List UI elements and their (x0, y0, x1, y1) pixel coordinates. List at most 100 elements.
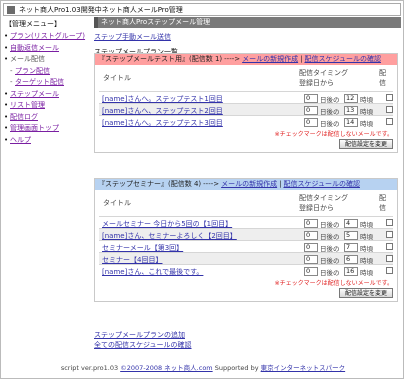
hour-label: 時頃 (360, 269, 373, 277)
app-frame: ネット商人Pro1.03開発中ネット商人メールPro管理 【管理メニュー】 • プ… (0, 0, 404, 379)
skip-checkbox[interactable] (386, 219, 393, 226)
table-row: [name]さん、これで最後です。 0 日後の 16 時頃 (99, 264, 393, 277)
sidebar-item-label[interactable]: リスト管理 (10, 101, 45, 109)
manual-send-link[interactable]: ステップ手動メール送信 (94, 33, 171, 41)
sidebar-item-label[interactable]: ステップメール (10, 90, 59, 98)
sidebar-item: • メール配信 (4, 54, 91, 66)
col-timing: 配信タイミング 登録日から (299, 193, 348, 213)
col-timing-line1: 配信タイミング (299, 194, 348, 202)
sidebar-item-label[interactable]: 自動返信メール (10, 44, 59, 52)
col-title: タイトル (103, 74, 131, 82)
days-input[interactable]: 0 (304, 117, 318, 127)
page-title: ネット商人Proステップメール管理 (94, 17, 401, 28)
days-input[interactable]: 0 (304, 218, 318, 228)
column-header: タイトル 配信タイミング 登録日から 配信 (95, 190, 397, 216)
hour-input[interactable]: 14 (344, 117, 358, 127)
sidebar-item-label[interactable]: 配信ログ (10, 113, 38, 121)
sidebar-item[interactable]: • 自動返信メール (4, 43, 91, 55)
all-schedule-link[interactable]: 全ての配信スケジュールの確認 (94, 341, 192, 349)
sidebar-item[interactable]: • ヘルプ (4, 135, 91, 147)
plan-name: 『ステップメールテスト用』(配信数 1) (98, 55, 223, 63)
mail-rows: [name]さんへ。ステップテスト1回目 0 日後の 12 時頃 [name]さんへ、ステ… (99, 91, 393, 128)
arrow-icon: ----> (224, 55, 241, 63)
schedule-link[interactable]: 配信スケジュールの確認 (304, 55, 381, 63)
footer-supported: Supported by (212, 364, 261, 372)
hour-input[interactable]: 5 (344, 230, 358, 240)
hour-input[interactable]: 16 (344, 266, 358, 276)
new-mail-link[interactable]: メールの新規作成 (242, 55, 298, 63)
hour-input[interactable]: 4 (344, 218, 358, 228)
sidebar-item[interactable]: - プラン配信 (4, 66, 91, 78)
skip-note: ※チェックマークは配信しないメールです。 (274, 280, 393, 287)
table-row: セミナー【4回目】 0 日後の 6 時頃 (99, 252, 393, 265)
sidebar-item[interactable]: • プラン(リストグループ) (4, 31, 91, 43)
days-input[interactable]: 0 (304, 242, 318, 252)
sidebar-item[interactable]: • 管理画面トップ (4, 123, 91, 135)
skip-checkbox[interactable] (386, 94, 393, 101)
skip-checkbox[interactable] (386, 106, 393, 113)
hour-label: 時頃 (360, 120, 373, 128)
plan-name: 『ステップセミナー』(配信数 4) (98, 180, 202, 188)
col-timing: 配信タイミング 登録日から (299, 68, 348, 88)
skip-note: ※チェックマークは配信しないメールです。 (274, 131, 393, 138)
table-row: [name]さんへ。ステップテスト3回目 0 日後の 14 時頃 (99, 115, 393, 128)
plan-box: 『ステップメールテスト用』(配信数 1) ----> メールの新規作成 | 配信スケジュ… (94, 53, 398, 153)
arrow-icon: ----> (203, 180, 220, 188)
col-timing-line2: 登録日から (299, 204, 334, 212)
col-title: タイトル (103, 199, 131, 207)
days-after-label: 日後の (320, 269, 340, 277)
title-bar: ネット商人Pro1.03開発中ネット商人メールPro管理 (3, 3, 401, 16)
col-timing-line2: 登録日から (299, 79, 334, 87)
skip-checkbox[interactable] (386, 255, 393, 262)
add-plan-link[interactable]: ステップメールプランの追加 (94, 331, 185, 339)
bottom-links: ステップメールプランの追加 全ての配信スケジュールの確認 (94, 330, 192, 350)
days-input[interactable]: 0 (304, 254, 318, 264)
main-panel: ネット商人Proステップメール管理 ステップ手動メール送信 ステップメールプラン… (94, 17, 401, 357)
hour-input[interactable]: 12 (344, 93, 358, 103)
sidebar-item[interactable]: - ターゲット配信 (4, 77, 91, 89)
footer-version: script ver.pro1.03 (60, 364, 121, 372)
schedule-link[interactable]: 配信スケジュールの確認 (283, 180, 360, 188)
hour-input[interactable]: 6 (344, 254, 358, 264)
separator: | (300, 55, 303, 63)
table-row: [name]さん、セミナーよろしく【2回目】 0 日後の 5 時頃 (99, 228, 393, 241)
sponsor-link[interactable]: 東京インターネットスパーク (261, 364, 346, 372)
skip-checkbox[interactable] (386, 243, 393, 250)
skip-checkbox[interactable] (386, 231, 393, 238)
sidebar: 【管理メニュー】 • プラン(リストグループ) • 自動返信メール • メール配信 - プラン… (4, 17, 91, 357)
column-header: タイトル 配信タイミング 登録日から 配信 (95, 65, 397, 91)
sidebar-item[interactable]: • 配信ログ (4, 112, 91, 124)
update-settings-button[interactable]: 配信設定を変更 (338, 139, 393, 149)
days-input[interactable]: 0 (304, 93, 318, 103)
sidebar-item-label[interactable]: プラン(リストグループ) (10, 32, 85, 40)
plan-header: 『ステップセミナー』(配信数 4) ----> メールの新規作成 | 配信スケジュールの… (95, 179, 397, 190)
sidebar-item-label[interactable]: ターゲット配信 (15, 78, 64, 86)
sidebar-item[interactable]: • リスト管理 (4, 100, 91, 112)
sidebar-item[interactable]: • ステップメール (4, 89, 91, 101)
days-input[interactable]: 0 (304, 230, 318, 240)
plan-header: 『ステップメールテスト用』(配信数 1) ----> メールの新規作成 | 配信スケジュ… (95, 54, 397, 65)
table-row: メールセミナー 今日から5回の【1回目】 0 日後の 4 時頃 (99, 216, 393, 229)
new-mail-link[interactable]: メールの新規作成 (221, 180, 277, 188)
sidebar-item-label: メール配信 (10, 55, 45, 63)
skip-checkbox[interactable] (386, 267, 393, 274)
days-input[interactable]: 0 (304, 266, 318, 276)
sidebar-item-label[interactable]: ヘルプ (10, 136, 31, 144)
hour-input[interactable]: 13 (344, 105, 358, 115)
mail-title-link[interactable]: [name]さん、これで最後です。 (102, 267, 203, 277)
sidebar-item-label[interactable]: プラン配信 (15, 67, 50, 75)
col-send: 配信 (379, 69, 386, 87)
sidebar-item-label[interactable]: 管理画面トップ (10, 124, 59, 132)
skip-checkbox[interactable] (386, 118, 393, 125)
table-row: [name]さんへ。ステップテスト1回目 0 日後の 12 時頃 (99, 91, 393, 104)
hour-input[interactable]: 7 (344, 242, 358, 252)
footer: script ver.pro1.03 ©2007-2008 ネット商人.com … (1, 361, 404, 375)
col-timing-line1: 配信タイミング (299, 69, 348, 77)
days-after-label: 日後の (320, 120, 340, 128)
days-input[interactable]: 0 (304, 105, 318, 115)
copyright-link[interactable]: ©2007-2008 ネット商人.com (120, 364, 212, 372)
sidebar-menu: • プラン(リストグループ) • 自動返信メール • メール配信 - プラン配信 - ターゲット配… (4, 31, 91, 146)
update-settings-button[interactable]: 配信設定を変更 (338, 288, 393, 298)
plan-box: 『ステップセミナー』(配信数 4) ----> メールの新規作成 | 配信スケジュールの… (94, 178, 398, 302)
mail-title-link[interactable]: [name]さんへ。ステップテスト3回目 (102, 118, 223, 128)
